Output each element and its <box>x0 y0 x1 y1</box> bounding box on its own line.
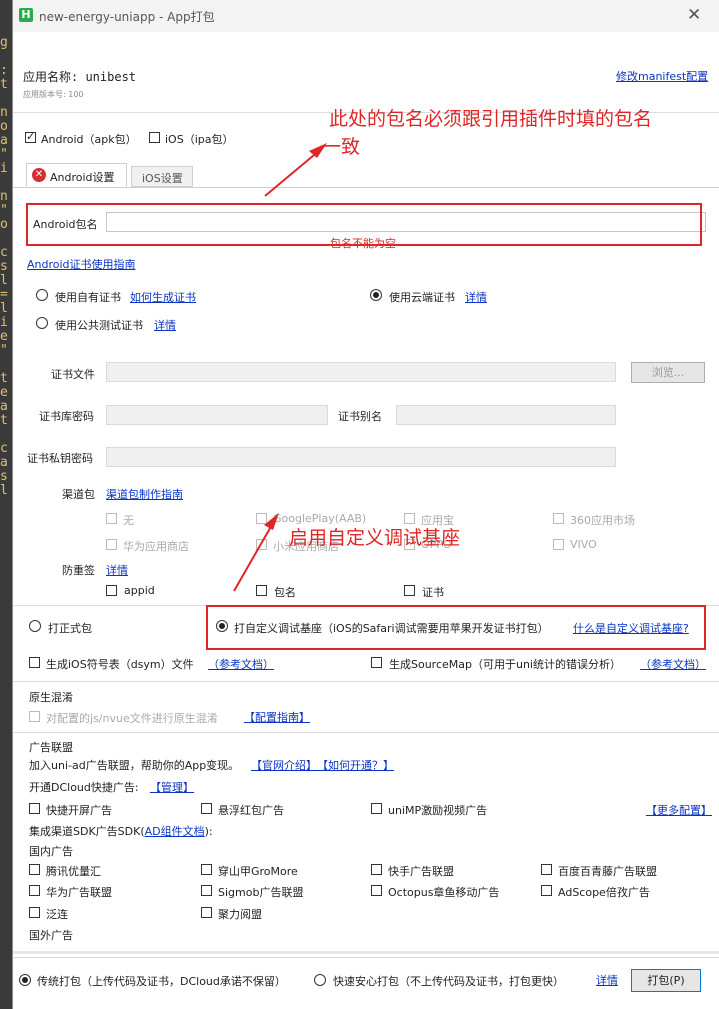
app-pack-dialog: H new-energy-uniapp - App打包 ✕ 应用名称: unib… <box>12 0 719 1009</box>
editor-edge-char: s <box>0 259 8 274</box>
editor-edge-char: = <box>0 287 8 302</box>
editor-edge-char: : <box>0 63 8 78</box>
editor-edge-char: o <box>0 119 8 134</box>
editor-edge-char: l <box>0 273 8 288</box>
editor-edge-char: n <box>0 105 8 120</box>
editor-edge-char: t <box>0 371 8 386</box>
editor-edge-char: a <box>0 455 8 470</box>
editor-edge-char: a <box>0 399 8 414</box>
editor-edge-char: i <box>0 315 8 330</box>
editor-edge-char: n <box>0 189 8 204</box>
editor-edge-char: s <box>0 469 8 484</box>
editor-edge-char: " <box>0 343 8 358</box>
annotation-arrows <box>233 143 327 592</box>
editor-edge-char: o <box>0 217 8 232</box>
editor-edge-char: c <box>0 441 8 456</box>
editor-edge-char: " <box>0 147 8 162</box>
editor-edge-char: e <box>0 385 8 400</box>
editor-edge-char: " <box>0 203 8 218</box>
editor-edge-char: i <box>0 161 8 176</box>
editor-edge-char: e <box>0 329 8 344</box>
editor-edge-char: a <box>0 133 8 148</box>
editor-edge-char: l <box>0 483 8 498</box>
editor-edge-char: l <box>0 301 8 316</box>
editor-edge-char: t <box>0 77 8 92</box>
editor-edge-char: g <box>0 35 8 50</box>
editor-edge-char: c <box>0 245 8 260</box>
editor-edge-char: t <box>0 413 8 428</box>
